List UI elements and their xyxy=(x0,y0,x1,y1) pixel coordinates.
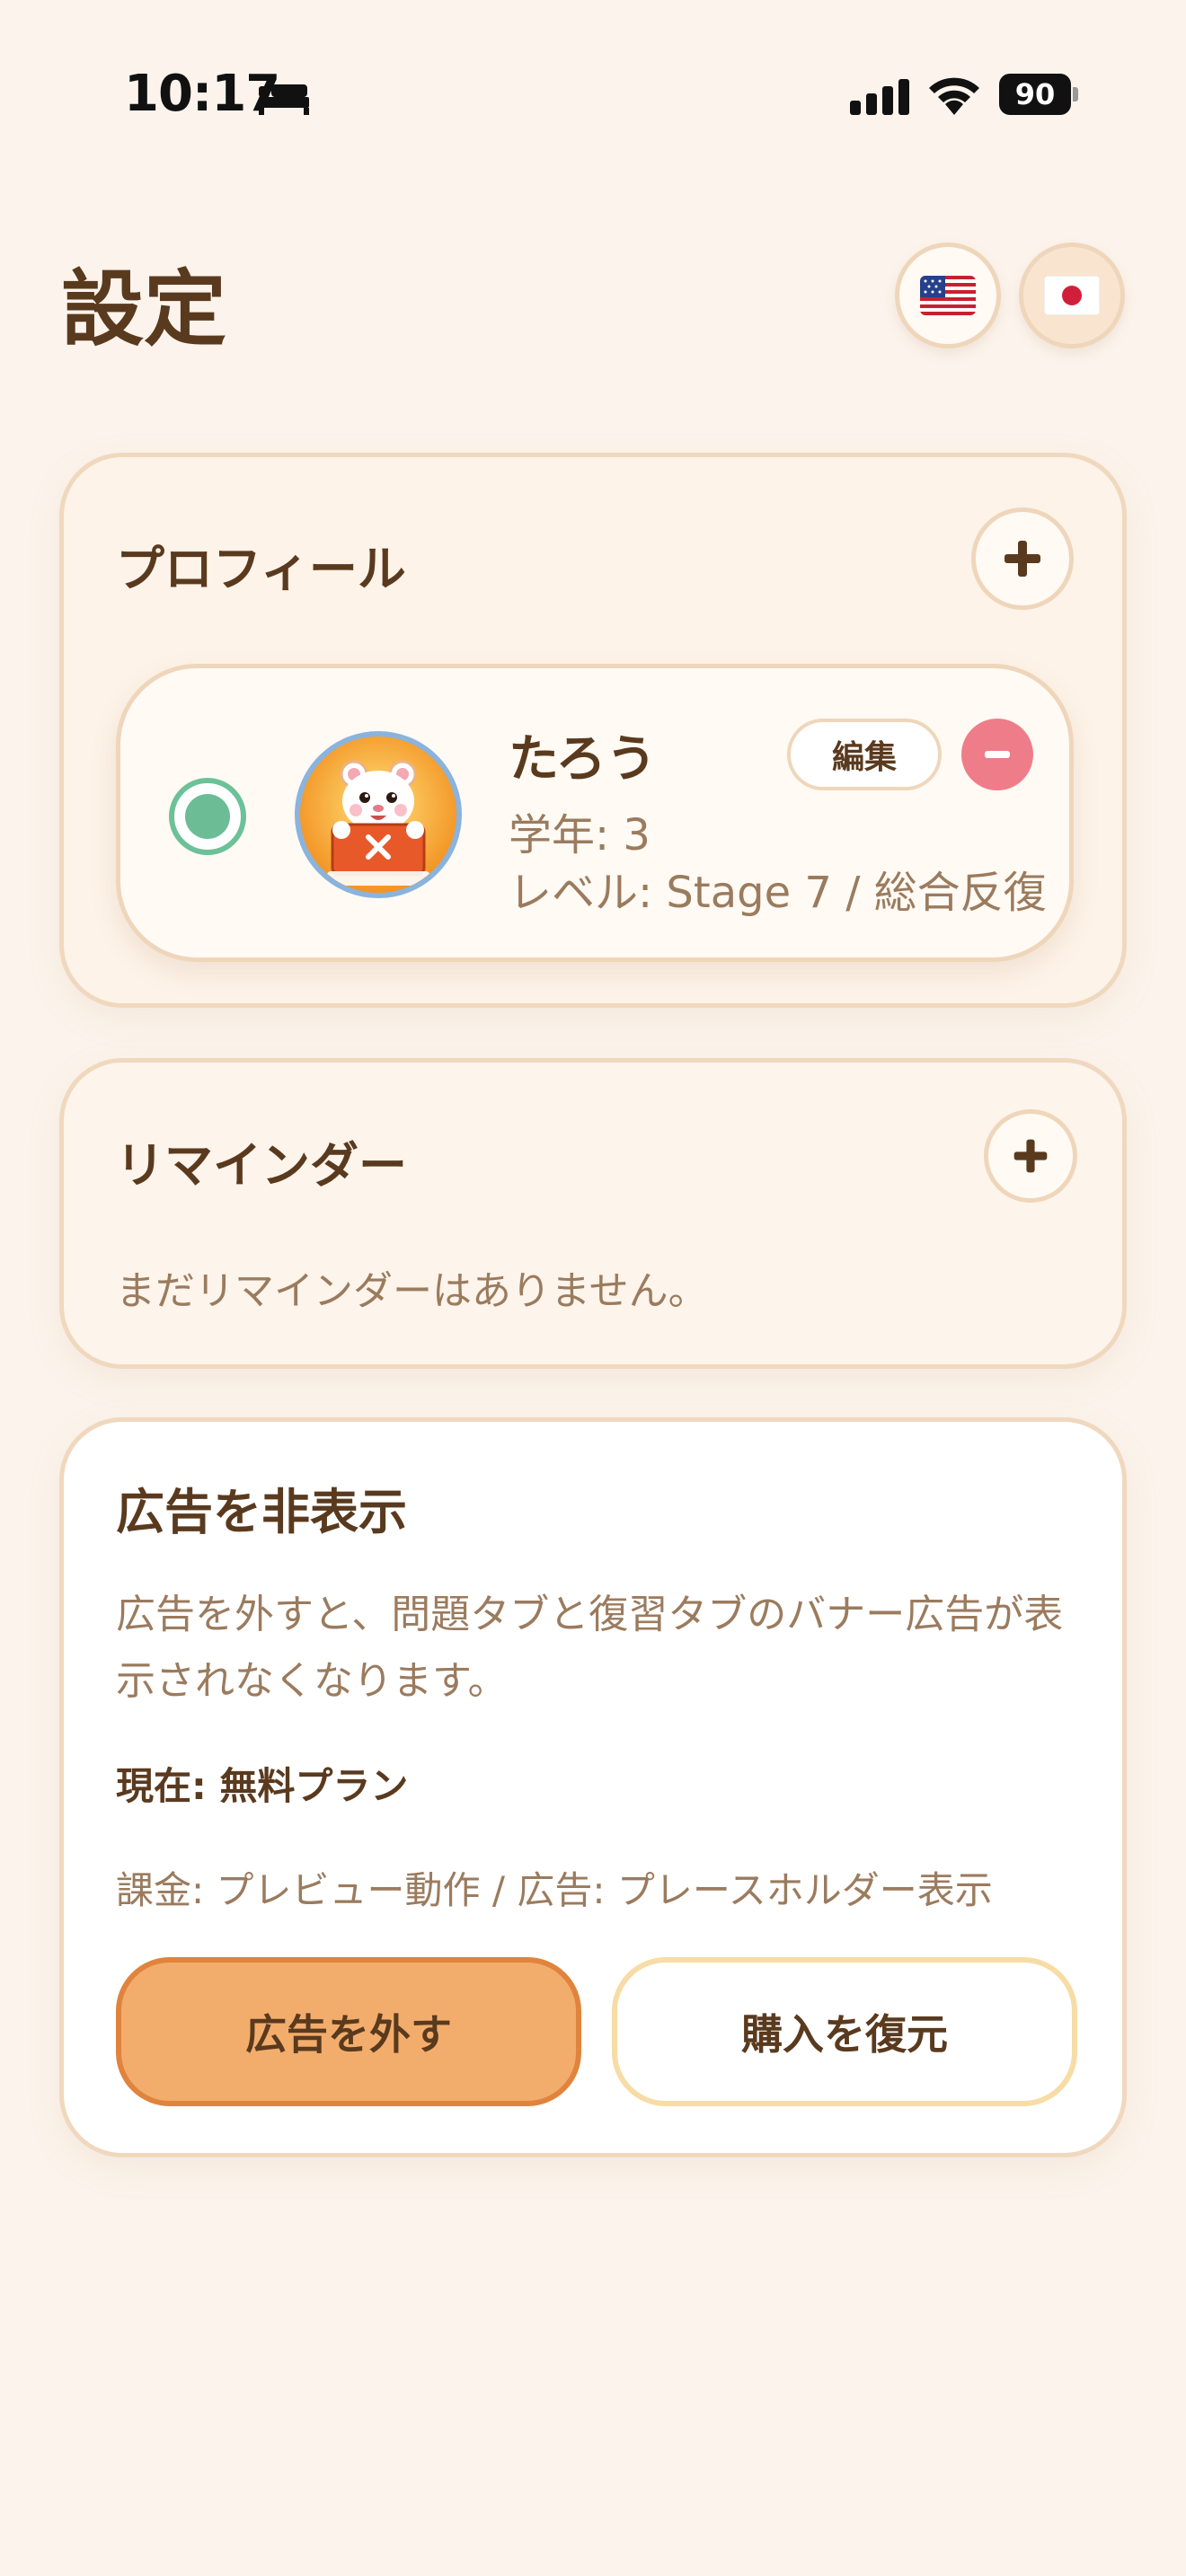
plus-icon xyxy=(1005,541,1040,577)
battery-cap xyxy=(1073,87,1078,101)
avatar xyxy=(295,731,462,898)
billing-note: 課金: プレビュー動作 / 広告: プレースホルダー表示 xyxy=(116,1868,993,1912)
language-japanese-button[interactable] xyxy=(1019,243,1125,348)
cellular-signal-icon xyxy=(850,79,909,115)
profile-name: たろう xyxy=(509,730,657,789)
battery-level: 90 xyxy=(999,74,1071,115)
profile-select-radio[interactable] xyxy=(169,778,246,855)
profile-level: レベル: Stage 7 / 総合反復 xyxy=(509,868,1047,918)
profile-section-title: プロフィール xyxy=(116,541,406,597)
profile-card: プロフィール たろう 学年: 3 レベル: Stage 7 / 総合反復 編集 xyxy=(59,453,1127,1008)
profile-list-item[interactable]: たろう 学年: 3 レベル: Stage 7 / 総合反復 編集 xyxy=(116,664,1074,962)
restore-purchase-button[interactable]: 購入を復元 xyxy=(612,1957,1077,2106)
add-profile-button[interactable] xyxy=(971,507,1074,610)
reminder-section-title: リマインダー xyxy=(116,1137,407,1194)
remove-ads-button[interactable]: 広告を外す xyxy=(116,1957,581,2106)
sleep-bed-icon xyxy=(259,84,309,115)
reminder-empty-message: まだリマインダーはありません。 xyxy=(116,1268,708,1314)
status-bar: 10:17 90 xyxy=(0,0,1186,162)
plus-icon xyxy=(1013,1139,1048,1173)
ads-description: 広告を外すと、問題タブと復習タブのバナー広告が表示されなくなります。 xyxy=(116,1592,1064,1704)
add-reminder-button[interactable] xyxy=(984,1109,1077,1203)
page-title: 設定 xyxy=(61,261,227,357)
remove-ads-card: 広告を非表示 広告を外すと、問題タブと復習タブのバナー広告が表示されなくなります… xyxy=(59,1417,1127,2157)
wifi-icon xyxy=(929,77,979,115)
edit-profile-button[interactable]: 編集 xyxy=(787,719,942,790)
japan-flag-icon xyxy=(1044,276,1100,315)
delete-profile-button[interactable] xyxy=(961,719,1033,790)
current-plan-label: 現在: 無料プラン xyxy=(116,1764,409,1808)
language-english-button[interactable] xyxy=(895,243,1001,348)
battery-indicator: 90 xyxy=(999,74,1078,115)
hamster-avatar-icon xyxy=(300,737,456,893)
settings-screen: 10:17 90 設定 プロフィール たろう 学年: 3 レベル: Stage … xyxy=(0,0,1186,2576)
radio-selected-dot xyxy=(185,794,230,839)
reminder-card: リマインダー まだリマインダーはありません。 xyxy=(59,1058,1127,1369)
ads-section-title: 広告を非表示 xyxy=(116,1484,407,1540)
minus-icon xyxy=(985,751,1010,758)
profile-grade: 学年: 3 xyxy=(509,810,651,860)
us-flag-icon xyxy=(920,276,976,315)
